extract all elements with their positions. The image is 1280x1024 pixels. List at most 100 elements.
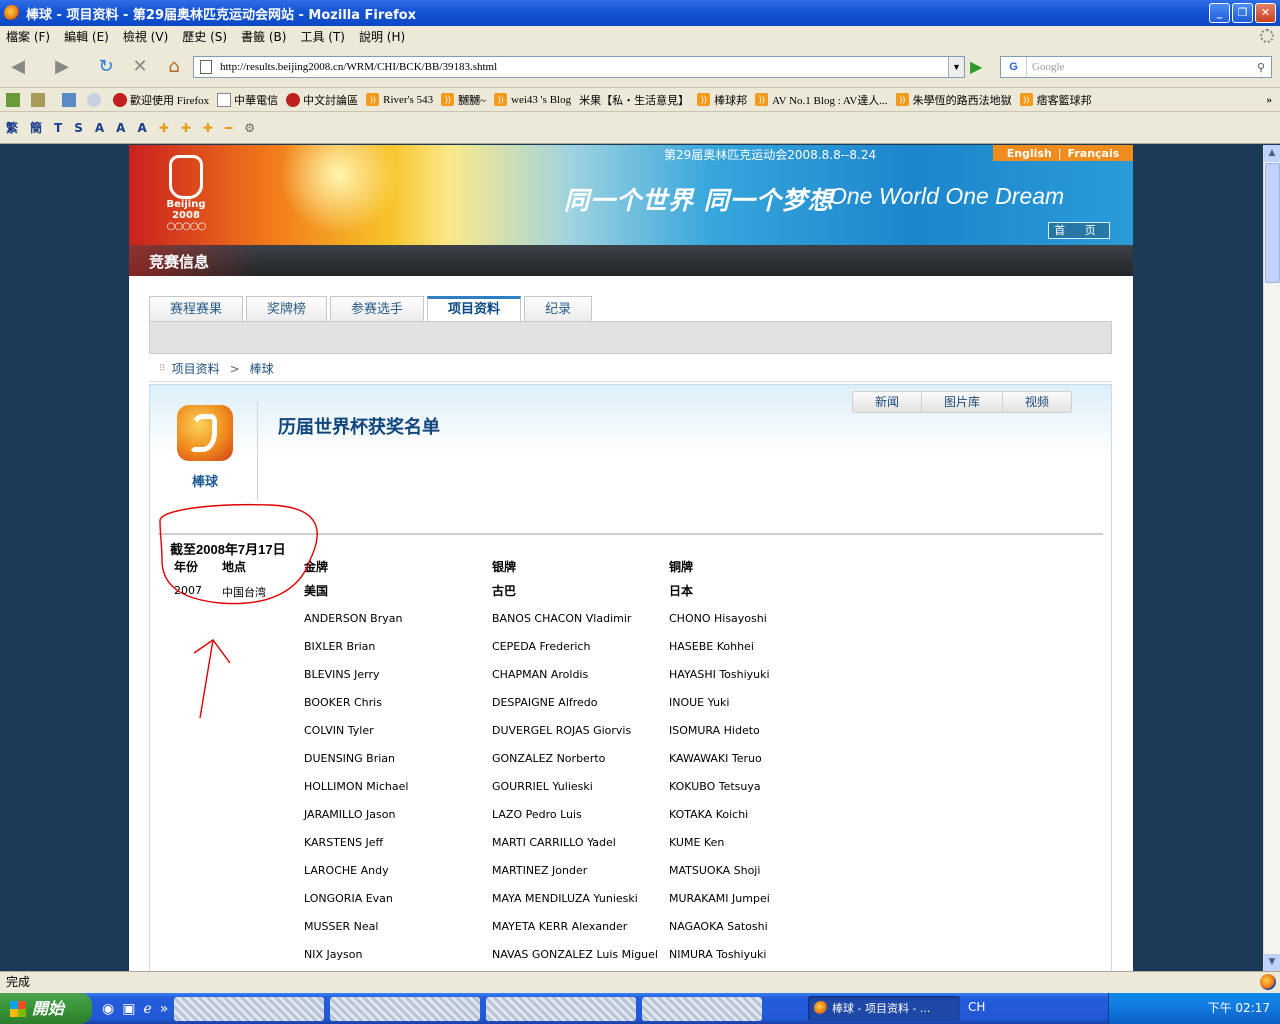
settings-icon[interactable]: ⚙ — [244, 121, 255, 135]
quicklaunch-more-icon[interactable]: » — [160, 1001, 169, 1017]
breadcrumb-baseball[interactable]: 棒球 — [250, 360, 274, 377]
scroll-down-icon[interactable]: ▼ — [1264, 954, 1280, 971]
s-button[interactable]: S — [74, 121, 83, 135]
bookmark-item[interactable]: )) 朱學恆的路西法地獄 — [895, 92, 1012, 108]
bronze-player: ISOMURA Hideto — [669, 724, 760, 737]
restore-button[interactable]: ❐ — [1232, 3, 1253, 23]
scroll-up-icon[interactable]: ▲ — [1264, 145, 1280, 162]
bronze-player: KUME Ken — [669, 836, 725, 849]
close-button[interactable]: ✕ — [1255, 3, 1276, 23]
plus-s-icon[interactable]: ✚ — [203, 121, 213, 135]
page-title: 历届世界杯获奖名单 — [278, 417, 440, 438]
blurred-task[interactable] — [642, 996, 763, 1021]
bookmarks-toolbar: 歡迎使用 Firefox 中華電信 中文討論區 )) River's 543 ))… — [0, 88, 1280, 112]
bookmark-item[interactable]: 米果【私・生活意見】 — [579, 92, 689, 108]
english-link[interactable]: English — [1007, 147, 1052, 160]
video-tab[interactable]: 视频 — [1003, 392, 1071, 412]
font-reset-button[interactable]: A — [137, 121, 146, 135]
bronze-player: NAGAOKA Satoshi — [669, 920, 768, 933]
bookmark-item[interactable]: )) wei43 's Blog — [494, 93, 571, 106]
window-titlebar: 棒球 - 项目资料 - 第29届奥林匹克运动会网站 - Mozilla Fire… — [0, 0, 1280, 26]
bookmarks-menu-icon[interactable] — [31, 92, 45, 107]
gold-player: JARAMILLO Jason — [304, 808, 396, 821]
menu-history[interactable]: 歷史 (S) — [182, 28, 227, 45]
simplified-button[interactable]: 簡 — [30, 119, 42, 136]
url-dropdown-icon[interactable]: ▼ — [948, 57, 964, 77]
go-icon[interactable]: ▶ — [970, 58, 988, 76]
scroll-thumb[interactable] — [1265, 163, 1280, 283]
stop-icon[interactable]: ✕ — [128, 56, 152, 80]
bookmark-item[interactable]: )) 棒球邦 — [697, 92, 747, 108]
active-task-button[interactable]: 棒球 - 项目资料 - ... — [808, 996, 960, 1021]
desktop-launch-icon[interactable]: ▣ — [122, 1001, 135, 1017]
blurred-task[interactable] — [486, 996, 637, 1021]
menu-tools[interactable]: 工具 (T) — [300, 28, 345, 45]
bookmark-item[interactable]: 中華電信 — [217, 92, 278, 108]
photos-tab[interactable]: 图片库 — [922, 392, 1004, 412]
start-button[interactable]: 開始 — [0, 993, 92, 1024]
blurred-task[interactable] — [174, 996, 325, 1021]
tab-records[interactable]: 纪录 — [524, 296, 593, 321]
silver-player: MAYA MENDILUZA Yunieski — [492, 892, 638, 905]
font-increase-button[interactable]: A — [95, 121, 104, 135]
olympic-rings-icon: ○○○○○ — [166, 221, 207, 232]
system-tray: 下午 02:17 — [1108, 993, 1280, 1024]
olympic-banner: Beijing 2008 ○○○○○ 第29届奥林匹克运动会2008.8.8--… — [129, 145, 1133, 245]
bookmark-add-icon[interactable] — [6, 92, 20, 107]
home-button[interactable]: 首 页 — [1048, 222, 1110, 239]
minus-icon[interactable]: ━ — [225, 121, 232, 135]
ie-launch-icon[interactable]: ℯ — [143, 1001, 151, 1017]
tab-sport-info[interactable]: 项目资料 — [427, 296, 522, 322]
bookmark-item[interactable]: 歡迎使用 Firefox — [113, 92, 209, 108]
page-icon — [217, 92, 232, 107]
t-button[interactable]: T — [54, 121, 62, 135]
menu-edit[interactable]: 編輯 (E) — [64, 28, 109, 45]
vertical-scrollbar[interactable]: ▲ ▼ — [1263, 145, 1280, 971]
minimize-button[interactable]: _ — [1209, 3, 1230, 23]
plus-icon[interactable]: ✚ — [159, 121, 169, 135]
clock-icon[interactable] — [87, 92, 101, 107]
gold-player: COLVIN Tyler — [304, 724, 374, 737]
menu-bookmarks[interactable]: 書籤 (B) — [241, 28, 286, 45]
search-box[interactable]: G Google ⚲ — [1000, 56, 1272, 78]
status-text: 完成 — [6, 975, 31, 989]
tab-schedule-results[interactable]: 赛程赛果 — [149, 296, 244, 321]
font-decrease-button[interactable]: A — [116, 121, 125, 135]
bookmark-item[interactable]: )) 痞客籃球邦 — [1019, 92, 1092, 108]
traditional-button[interactable]: 繁 — [6, 119, 18, 136]
address-bar[interactable]: http://results.beijing2008.cn/WRM/CHI/BC… — [193, 56, 965, 78]
image-icon[interactable] — [62, 92, 76, 107]
menu-help[interactable]: 說明 (H) — [359, 28, 405, 45]
breadcrumb-sport-info[interactable]: 项目资料 — [172, 360, 220, 377]
bronze-player: KOKUBO Tetsuya — [669, 780, 761, 793]
home-icon[interactable]: ⌂ — [162, 56, 186, 80]
bookmark-item[interactable]: )) AV No.1 Blog : AV達人... — [755, 92, 888, 108]
bronze-player: NIMURA Toshiyuki — [669, 948, 767, 961]
blurred-task[interactable] — [330, 996, 481, 1021]
tab-medal-table[interactable]: 奖牌榜 — [246, 296, 328, 321]
firefox-launch-icon[interactable]: ◉ — [102, 1001, 114, 1017]
search-input[interactable]: Google — [1027, 61, 1251, 73]
bookmark-item[interactable]: 中文討論區 — [286, 92, 358, 108]
search-icon[interactable]: ⚲ — [1251, 61, 1271, 74]
news-tab[interactable]: 新闻 — [853, 392, 923, 412]
language-indicator[interactable]: CH — [968, 1000, 985, 1014]
menu-view[interactable]: 檢視 (V) — [123, 28, 168, 45]
bookmark-item[interactable]: )) 嬲嬲~ — [441, 92, 486, 108]
plus-t-icon[interactable]: ✚ — [181, 121, 191, 135]
browser-viewport: Beijing 2008 ○○○○○ 第29届奥林匹克运动会2008.8.8--… — [0, 145, 1263, 971]
back-icon[interactable]: ◀ — [6, 56, 30, 80]
bookmark-item[interactable]: )) River's 543 — [366, 93, 433, 106]
reload-icon[interactable]: ↻ — [94, 56, 118, 80]
bookmarks-overflow-icon[interactable]: » — [1267, 94, 1273, 106]
french-link[interactable]: Français — [1068, 147, 1120, 160]
search-engine-icon[interactable]: G — [1001, 57, 1027, 77]
bronze-player: MATSUOKA Shoji — [669, 864, 761, 877]
gold-player: LAROCHE Andy — [304, 864, 389, 877]
rss-icon: )) — [441, 93, 455, 106]
tab-athletes[interactable]: 参赛选手 — [330, 296, 425, 321]
bronze-country: 日本 — [669, 584, 694, 598]
forward-icon[interactable]: ▶ — [50, 56, 74, 80]
menu-file[interactable]: 檔案 (F) — [6, 28, 50, 45]
silver-player: NAVAS GONZALEZ Luis Miguel — [492, 948, 658, 961]
